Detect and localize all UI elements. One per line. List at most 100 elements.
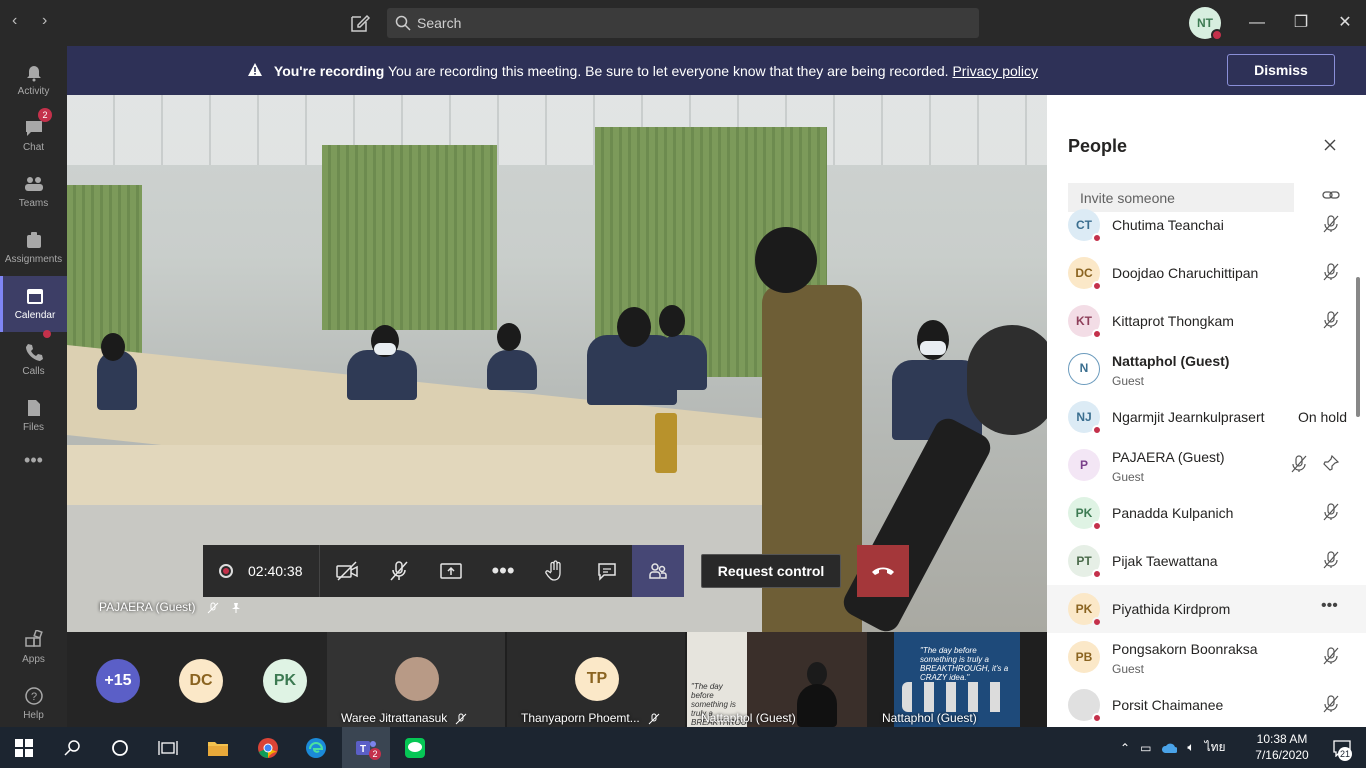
rail-help[interactable]: ? Help: [0, 676, 67, 732]
mute-button[interactable]: [373, 545, 425, 597]
participant-video[interactable]: "The day before something is truly a BRE…: [687, 632, 867, 745]
dismiss-button[interactable]: Dismiss: [1227, 54, 1335, 86]
cortana-icon: [112, 739, 128, 756]
taskbar-search[interactable]: [48, 727, 96, 768]
participants-button[interactable]: [632, 545, 684, 597]
rail-activity[interactable]: Activity: [0, 52, 67, 108]
folder-icon: [208, 741, 228, 756]
participant-row[interactable]: N Nattaphol (Guest) Guest: [1047, 345, 1366, 393]
action-center-button[interactable]: 21: [1318, 727, 1366, 768]
camera-off-icon: [336, 561, 358, 581]
participant-row[interactable]: DC Doojdao Charuchittipan: [1047, 249, 1366, 297]
people-panel: People Invite someone CT Chutima Teancha…: [1047, 95, 1366, 727]
request-control-button[interactable]: Request control: [701, 554, 841, 588]
line-button[interactable]: [391, 727, 439, 768]
clock[interactable]: 10:38 AM 7/16/2020: [1252, 731, 1312, 763]
close-button[interactable]: ✕: [1332, 10, 1358, 36]
minimize-button[interactable]: —: [1244, 10, 1270, 36]
chat-button[interactable]: [581, 545, 633, 597]
battery-icon[interactable]: ▭: [1140, 741, 1151, 755]
pinned-name: PAJAERA (Guest): [99, 600, 196, 614]
record-icon: [219, 564, 233, 578]
camera-off-button[interactable]: [321, 545, 373, 597]
raise-hand-button[interactable]: [529, 545, 581, 597]
avatar-initials: P: [1079, 458, 1088, 472]
participant-tile[interactable]: Waree Jitrattanasuk: [327, 632, 505, 727]
link-icon[interactable]: [1322, 188, 1340, 202]
compose-icon[interactable]: [349, 12, 371, 34]
participant-row[interactable]: P PAJAERA (Guest) Guest: [1047, 441, 1366, 489]
participant-avatar: PT: [1068, 545, 1102, 579]
rail-assignments[interactable]: Assignments: [0, 220, 67, 276]
participant-tile[interactable]: TP Thanyaporn Phoemt...: [507, 632, 685, 727]
rail-calls[interactable]: Calls: [0, 332, 67, 388]
participant-row[interactable]: KT Kittaprot Thongkam: [1047, 297, 1366, 345]
participant-row[interactable]: NJ Ngarmjit Jearnkulprasert On hold: [1047, 393, 1366, 441]
file-explorer-button[interactable]: [194, 727, 242, 768]
ceiling: [67, 95, 1047, 165]
task-view-button[interactable]: [144, 727, 192, 768]
mic-off-icon[interactable]: [1323, 503, 1339, 521]
more-options-icon[interactable]: •••: [1321, 597, 1338, 615]
edge-button[interactable]: [292, 727, 340, 768]
participant-row[interactable]: PB Pongsakorn Boonraksa Guest: [1047, 633, 1366, 681]
chrome-button[interactable]: [244, 727, 292, 768]
user-avatar[interactable]: NT: [1189, 7, 1223, 41]
overflow-count[interactable]: +15: [96, 659, 140, 703]
mic-off-icon[interactable]: [1323, 215, 1339, 233]
microphone-stand: [838, 413, 996, 632]
language-indicator[interactable]: ไทย: [1205, 738, 1226, 757]
microphone-head: [967, 325, 1047, 435]
participant-row[interactable]: Porsit Chaimanee: [1047, 681, 1366, 727]
svg-text:?: ?: [30, 691, 36, 703]
rail-label: Assignments: [4, 254, 63, 265]
participant-avatar[interactable]: DC: [179, 659, 223, 703]
mic-off-icon[interactable]: [1323, 263, 1339, 281]
rail-teams[interactable]: Teams: [0, 164, 67, 220]
teams-taskbar-button[interactable]: T 2: [342, 727, 390, 768]
cortana-button[interactable]: [96, 727, 144, 768]
rail-chat[interactable]: Chat: [0, 108, 67, 164]
rail-files[interactable]: Files: [0, 388, 67, 444]
mic-off-icon[interactable]: [1323, 695, 1339, 713]
mic-off-icon[interactable]: [1291, 455, 1307, 473]
participant-row[interactable]: CT Chutima Teanchai: [1047, 201, 1366, 249]
desk-front: [67, 445, 807, 505]
volume-icon[interactable]: 🔈︎: [1187, 740, 1194, 755]
share-button[interactable]: [425, 545, 477, 597]
participants-icon: [649, 563, 667, 579]
avatar-initials: CT: [1076, 218, 1092, 232]
more-actions-button[interactable]: •••: [477, 545, 529, 597]
presenter: [797, 684, 837, 727]
mic-off-icon: [648, 713, 660, 725]
participant-name: Nattaphol (Guest): [882, 711, 977, 725]
participant-avatar[interactable]: PK: [263, 659, 307, 703]
search-input[interactable]: Search: [387, 8, 979, 38]
forward-arrow-icon[interactable]: ›: [42, 12, 47, 30]
chevron-up-icon[interactable]: ⌃: [1120, 741, 1130, 755]
student-head: [101, 333, 125, 361]
privacy-policy-link[interactable]: Privacy policy: [952, 63, 1038, 79]
mic-off-icon[interactable]: [1323, 647, 1339, 665]
bulb-graphic: [902, 682, 1012, 712]
rail-calendar[interactable]: Calendar: [0, 276, 67, 332]
panel-scrollbar[interactable]: [1356, 277, 1360, 417]
avatar-initials: PT: [1076, 554, 1092, 568]
rail-more[interactable]: •••: [0, 450, 67, 506]
participant-row[interactable]: PT Pijak Taewattana: [1047, 537, 1366, 585]
back-arrow-icon[interactable]: ‹: [12, 12, 17, 30]
participant-video[interactable]: "The day before something is truly a BRE…: [882, 632, 1020, 727]
start-button[interactable]: [0, 727, 48, 768]
participant-row[interactable]: PK Panadda Kulpanich: [1047, 489, 1366, 537]
pin-icon[interactable]: [1323, 455, 1339, 471]
mic-off-icon[interactable]: [1323, 311, 1339, 329]
close-icon[interactable]: [1322, 137, 1338, 153]
mic-off-icon[interactable]: [1323, 551, 1339, 569]
hang-up-icon: [872, 567, 894, 575]
onedrive-icon[interactable]: [1161, 742, 1178, 754]
participant-row[interactable]: PK Piyathida Kirdprom •••: [1047, 585, 1366, 633]
rail-apps[interactable]: Apps: [0, 620, 67, 676]
avatar-initials: NJ: [1076, 410, 1092, 424]
hang-up-button[interactable]: [857, 545, 909, 597]
maximize-button[interactable]: ❐: [1288, 10, 1314, 36]
